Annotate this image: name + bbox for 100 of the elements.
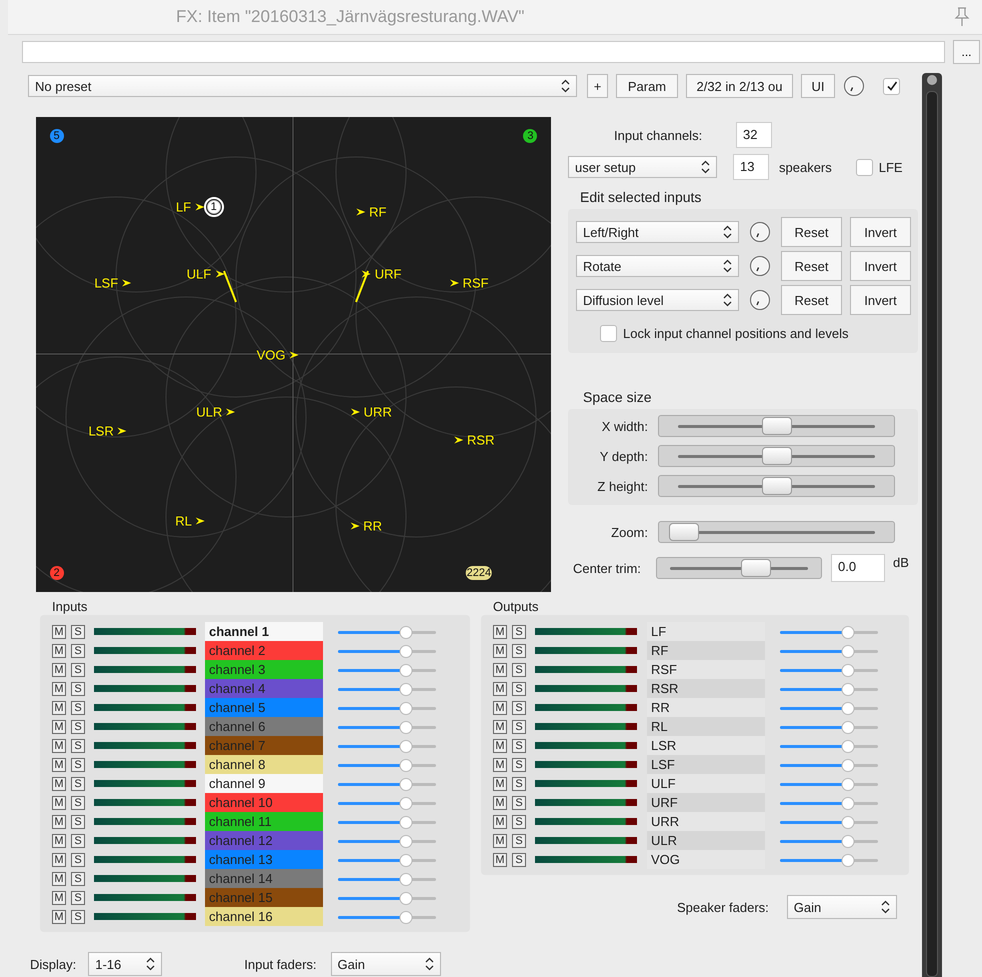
solo-button[interactable]: S xyxy=(71,814,85,828)
fader-knob[interactable] xyxy=(399,872,412,886)
solo-button[interactable]: S xyxy=(512,738,526,752)
fader-knob[interactable] xyxy=(399,626,412,638)
lfe-checkbox[interactable] xyxy=(856,158,873,176)
fader-knob[interactable] xyxy=(399,796,412,810)
mute-button[interactable]: M xyxy=(493,834,507,848)
solo-button[interactable]: S xyxy=(512,662,526,676)
fader-knob[interactable] xyxy=(399,702,412,714)
mute-button[interactable]: M xyxy=(52,776,66,790)
solo-button[interactable]: S xyxy=(71,890,85,904)
speaker-plot[interactable]: LF RF LSF ULF URF RSF VOG ULR URR LSR RSR RL RR 5 3 1 2 2224 xyxy=(36,117,551,592)
mute-button[interactable]: M xyxy=(493,682,507,696)
mute-button[interactable]: M xyxy=(52,814,66,828)
speaker-icon[interactable] xyxy=(448,278,460,289)
fader-knob[interactable] xyxy=(841,720,854,734)
invert-button[interactable]: Invert xyxy=(850,285,911,315)
fader[interactable] xyxy=(338,854,436,866)
mute-button[interactable]: M xyxy=(52,720,66,734)
mute-button[interactable]: M xyxy=(493,776,507,790)
channel-name[interactable]: channel 9 xyxy=(205,774,323,793)
fader-knob[interactable] xyxy=(841,644,854,658)
solo-button[interactable]: S xyxy=(71,662,85,676)
fader[interactable] xyxy=(338,910,436,922)
solo-button[interactable]: S xyxy=(71,682,85,696)
solo-button[interactable]: S xyxy=(71,776,85,790)
io-button[interactable]: 2/32 in 2/13 ou xyxy=(686,74,793,98)
mute-button[interactable]: M xyxy=(493,700,507,714)
solo-button[interactable]: S xyxy=(71,644,85,658)
mute-button[interactable]: M xyxy=(52,738,66,752)
fader-knob[interactable] xyxy=(399,854,412,866)
invert-button[interactable]: Invert xyxy=(850,217,911,247)
speakers-field[interactable]: 13 xyxy=(733,154,769,180)
fader[interactable] xyxy=(338,796,436,808)
mute-button[interactable]: M xyxy=(493,852,507,866)
fader[interactable] xyxy=(338,892,436,904)
speaker-icon[interactable] xyxy=(225,406,236,417)
mute-button[interactable]: M xyxy=(52,700,66,714)
channel-name[interactable]: channel 16 xyxy=(205,907,323,926)
fader[interactable] xyxy=(780,834,878,846)
mute-button[interactable]: M xyxy=(52,890,66,904)
solo-button[interactable]: S xyxy=(512,720,526,734)
solo-button[interactable]: S xyxy=(71,738,85,752)
fader-knob[interactable] xyxy=(399,758,412,772)
fader[interactable] xyxy=(780,778,878,790)
fader[interactable] xyxy=(780,816,878,828)
preset-select[interactable]: No preset xyxy=(28,75,577,97)
slider[interactable] xyxy=(658,521,895,543)
slider-thumb[interactable] xyxy=(668,523,699,541)
fader[interactable] xyxy=(338,682,436,694)
fader-knob[interactable] xyxy=(399,834,412,848)
slider-thumb[interactable] xyxy=(740,559,771,577)
solo-button[interactable]: S xyxy=(71,720,85,734)
mute-button[interactable]: M xyxy=(493,796,507,810)
fader[interactable] xyxy=(780,758,878,770)
channel-name[interactable]: channel 13 xyxy=(205,850,323,869)
parameter-select[interactable]: Diffusion level xyxy=(576,289,739,311)
display-select[interactable]: 1-16 xyxy=(88,952,162,976)
mute-button[interactable]: M xyxy=(493,624,507,638)
fader[interactable] xyxy=(780,720,878,732)
mute-button[interactable]: M xyxy=(52,644,66,658)
channel-name[interactable]: channel 14 xyxy=(205,869,323,888)
solo-button[interactable]: S xyxy=(71,834,85,848)
channel-name[interactable]: channel 10 xyxy=(205,793,323,812)
fader[interactable] xyxy=(780,796,878,808)
channel-name[interactable]: channel 5 xyxy=(205,698,323,717)
solo-button[interactable]: S xyxy=(512,644,526,658)
channel-name[interactable]: channel 11 xyxy=(205,812,323,831)
solo-button[interactable]: S xyxy=(512,682,526,696)
center-trim-field[interactable]: 0.0 xyxy=(831,554,885,582)
mute-button[interactable]: M xyxy=(52,662,66,676)
fader[interactable] xyxy=(338,702,436,714)
mute-button[interactable]: M xyxy=(52,872,66,886)
fader[interactable] xyxy=(338,758,436,770)
fader[interactable] xyxy=(338,740,436,752)
mute-button[interactable]: M xyxy=(493,644,507,658)
solo-button[interactable]: S xyxy=(71,852,85,866)
mute-button[interactable]: M xyxy=(52,624,66,638)
fader[interactable] xyxy=(780,664,878,676)
mute-button[interactable]: M xyxy=(493,720,507,734)
fader[interactable] xyxy=(780,854,878,866)
knob[interactable] xyxy=(749,255,771,277)
speaker-icon[interactable] xyxy=(349,520,360,531)
channel-name[interactable]: channel 3 xyxy=(205,660,323,679)
slider-thumb[interactable] xyxy=(762,417,792,435)
solo-button[interactable]: S xyxy=(71,872,85,886)
mute-button[interactable]: M xyxy=(52,852,66,866)
input-marker[interactable]: 2 xyxy=(50,566,64,580)
speaker-icon[interactable] xyxy=(116,425,128,436)
fader[interactable] xyxy=(338,872,436,884)
solo-button[interactable]: S xyxy=(512,624,526,638)
solo-button[interactable]: S xyxy=(71,758,85,772)
lock-checkbox[interactable] xyxy=(600,324,617,342)
solo-button[interactable]: S xyxy=(512,834,526,848)
fader-knob[interactable] xyxy=(399,816,412,828)
layout-select[interactable]: user setup xyxy=(568,156,717,178)
solo-button[interactable]: S xyxy=(512,852,526,866)
channel-name[interactable]: channel 8 xyxy=(205,755,323,774)
solo-button[interactable]: S xyxy=(512,776,526,790)
fader-knob[interactable] xyxy=(399,740,412,752)
